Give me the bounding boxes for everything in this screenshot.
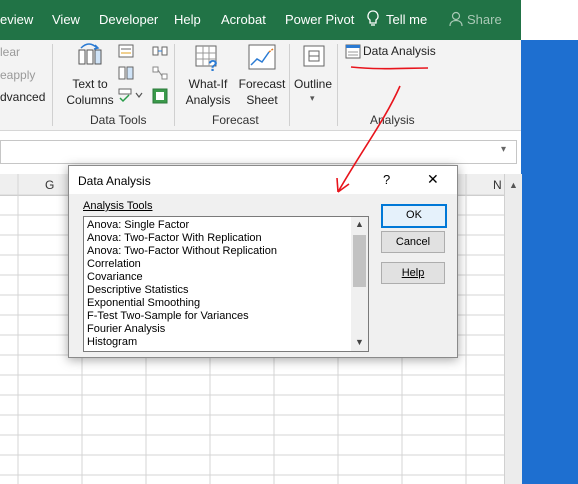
annotation-overlay bbox=[336, 66, 429, 193]
annotation-underline bbox=[350, 66, 429, 70]
annotation-arrow bbox=[337, 85, 401, 193]
